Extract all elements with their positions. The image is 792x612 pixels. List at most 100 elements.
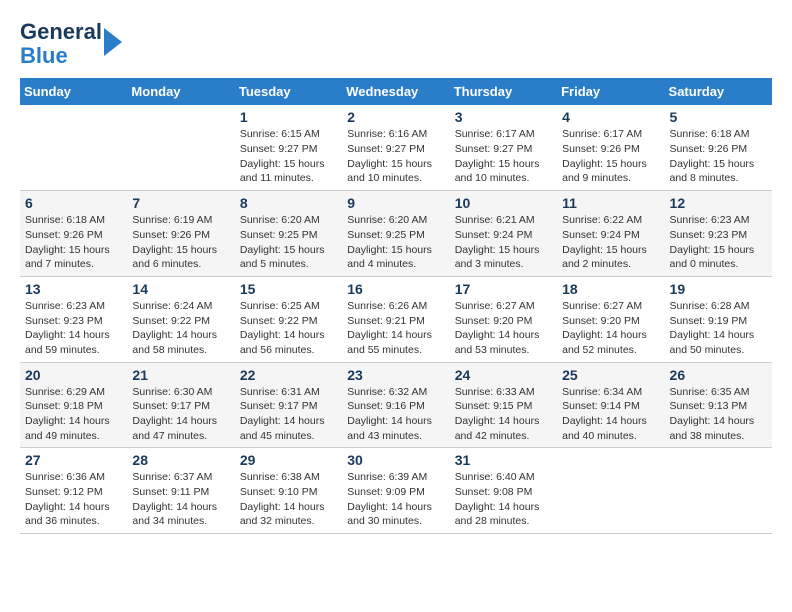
- weekday-header-sunday: Sunday: [20, 78, 127, 105]
- day-number: 15: [240, 281, 337, 297]
- day-info: Sunrise: 6:22 AM Sunset: 9:24 PM Dayligh…: [562, 213, 659, 272]
- weekday-header-tuesday: Tuesday: [235, 78, 342, 105]
- day-info: Sunrise: 6:38 AM Sunset: 9:10 PM Dayligh…: [240, 470, 337, 529]
- calendar-cell: 25Sunrise: 6:34 AM Sunset: 9:14 PM Dayli…: [557, 362, 664, 448]
- calendar-cell: 22 Sunrise: 6:31 AM Sunset: 9:17 PM Dayli…: [235, 362, 342, 448]
- calendar-cell: 26 Sunrise: 6:35 AM Sunset: 9:13 PM Dayli…: [665, 362, 772, 448]
- calendar-week-1: 1 Sunrise: 6:15 AM Sunset: 9:27 PM Daylig…: [20, 105, 772, 190]
- day-info: Sunrise: 6:31 AM Sunset: 9:17 PM Dayligh…: [240, 385, 337, 444]
- calendar-cell: 10 Sunrise: 6:21 AM Sunset: 9:24 PM Dayli…: [450, 191, 557, 277]
- day-info: Sunrise: 6:27 AM Sunset: 9:20 PM Dayligh…: [455, 299, 552, 358]
- day-number: 30: [347, 452, 444, 468]
- day-number: 22: [240, 367, 337, 383]
- day-number: 13: [25, 281, 122, 297]
- day-info: Sunrise: 6:24 AM Sunset: 9:22 PM Dayligh…: [132, 299, 229, 358]
- day-number: 17: [455, 281, 552, 297]
- day-number: 20: [25, 367, 122, 383]
- day-number: 23: [347, 367, 444, 383]
- day-number: 6: [25, 195, 122, 211]
- calendar-week-3: 13 Sunrise: 6:23 AM Sunset: 9:23 PM Dayli…: [20, 276, 772, 362]
- calendar-cell: [127, 105, 234, 190]
- day-info: Sunrise: 6:29 AM Sunset: 9:18 PM Dayligh…: [25, 385, 122, 444]
- day-number: 7: [132, 195, 229, 211]
- day-info: Sunrise: 6:23 AM Sunset: 9:23 PM Dayligh…: [670, 213, 767, 272]
- calendar-cell: 15 Sunrise: 6:25 AM Sunset: 9:22 PM Dayli…: [235, 276, 342, 362]
- logo-text: GeneralBlue: [20, 20, 102, 68]
- weekday-header-row: SundayMondayTuesdayWednesdayThursdayFrid…: [20, 78, 772, 105]
- day-info: Sunrise: 6:18 AM Sunset: 9:26 PM Dayligh…: [25, 213, 122, 272]
- day-info: Sunrise: 6:15 AM Sunset: 9:27 PM Dayligh…: [240, 127, 337, 186]
- calendar-cell: 23Sunrise: 6:32 AM Sunset: 9:16 PM Dayli…: [342, 362, 449, 448]
- calendar-cell: 30 Sunrise: 6:39 AM Sunset: 9:09 PM Dayli…: [342, 448, 449, 534]
- calendar-cell: 7 Sunrise: 6:19 AM Sunset: 9:26 PM Daylig…: [127, 191, 234, 277]
- day-number: 18: [562, 281, 659, 297]
- day-number: 28: [132, 452, 229, 468]
- calendar-cell: 27Sunrise: 6:36 AM Sunset: 9:12 PM Dayli…: [20, 448, 127, 534]
- day-info: Sunrise: 6:19 AM Sunset: 9:26 PM Dayligh…: [132, 213, 229, 272]
- calendar-cell: 18 Sunrise: 6:27 AM Sunset: 9:20 PM Dayli…: [557, 276, 664, 362]
- calendar-cell: 12 Sunrise: 6:23 AM Sunset: 9:23 PM Dayli…: [665, 191, 772, 277]
- day-info: Sunrise: 6:36 AM Sunset: 9:12 PM Dayligh…: [25, 470, 122, 529]
- day-number: 8: [240, 195, 337, 211]
- day-number: 14: [132, 281, 229, 297]
- calendar-cell: 9 Sunrise: 6:20 AM Sunset: 9:25 PM Daylig…: [342, 191, 449, 277]
- day-info: Sunrise: 6:17 AM Sunset: 9:26 PM Dayligh…: [562, 127, 659, 186]
- day-info: Sunrise: 6:28 AM Sunset: 9:19 PM Dayligh…: [670, 299, 767, 358]
- calendar-cell: 1 Sunrise: 6:15 AM Sunset: 9:27 PM Daylig…: [235, 105, 342, 190]
- calendar-cell: [557, 448, 664, 534]
- day-info: Sunrise: 6:37 AM Sunset: 9:11 PM Dayligh…: [132, 470, 229, 529]
- day-number: 10: [455, 195, 552, 211]
- weekday-header-monday: Monday: [127, 78, 234, 105]
- calendar-cell: 3Sunrise: 6:17 AM Sunset: 9:27 PM Daylig…: [450, 105, 557, 190]
- day-number: 2: [347, 109, 444, 125]
- day-info: Sunrise: 6:16 AM Sunset: 9:27 PM Dayligh…: [347, 127, 444, 186]
- calendar-cell: 16Sunrise: 6:26 AM Sunset: 9:21 PM Dayli…: [342, 276, 449, 362]
- calendar-cell: 13 Sunrise: 6:23 AM Sunset: 9:23 PM Dayli…: [20, 276, 127, 362]
- day-info: Sunrise: 6:35 AM Sunset: 9:13 PM Dayligh…: [670, 385, 767, 444]
- day-info: Sunrise: 6:21 AM Sunset: 9:24 PM Dayligh…: [455, 213, 552, 272]
- day-info: Sunrise: 6:20 AM Sunset: 9:25 PM Dayligh…: [347, 213, 444, 272]
- day-number: 26: [670, 367, 767, 383]
- calendar-week-4: 20 Sunrise: 6:29 AM Sunset: 9:18 PM Dayli…: [20, 362, 772, 448]
- day-number: 9: [347, 195, 444, 211]
- day-info: Sunrise: 6:39 AM Sunset: 9:09 PM Dayligh…: [347, 470, 444, 529]
- day-number: 12: [670, 195, 767, 211]
- calendar-cell: 20 Sunrise: 6:29 AM Sunset: 9:18 PM Dayli…: [20, 362, 127, 448]
- day-number: 1: [240, 109, 337, 125]
- calendar-week-2: 6 Sunrise: 6:18 AM Sunset: 9:26 PM Daylig…: [20, 191, 772, 277]
- day-number: 11: [562, 195, 659, 211]
- weekday-header-wednesday: Wednesday: [342, 78, 449, 105]
- day-info: Sunrise: 6:27 AM Sunset: 9:20 PM Dayligh…: [562, 299, 659, 358]
- day-info: Sunrise: 6:23 AM Sunset: 9:23 PM Dayligh…: [25, 299, 122, 358]
- day-info: Sunrise: 6:26 AM Sunset: 9:21 PM Dayligh…: [347, 299, 444, 358]
- calendar-cell: 6 Sunrise: 6:18 AM Sunset: 9:26 PM Daylig…: [20, 191, 127, 277]
- calendar-cell: 17 Sunrise: 6:27 AM Sunset: 9:20 PM Dayli…: [450, 276, 557, 362]
- day-number: 21: [132, 367, 229, 383]
- calendar-cell: 2 Sunrise: 6:16 AM Sunset: 9:27 PM Daylig…: [342, 105, 449, 190]
- day-number: 19: [670, 281, 767, 297]
- page-header: GeneralBlue: [20, 20, 772, 68]
- calendar-cell: 31Sunrise: 6:40 AM Sunset: 9:08 PM Dayli…: [450, 448, 557, 534]
- day-info: Sunrise: 6:33 AM Sunset: 9:15 PM Dayligh…: [455, 385, 552, 444]
- day-info: Sunrise: 6:34 AM Sunset: 9:14 PM Dayligh…: [562, 385, 659, 444]
- day-number: 29: [240, 452, 337, 468]
- calendar-week-5: 27Sunrise: 6:36 AM Sunset: 9:12 PM Dayli…: [20, 448, 772, 534]
- weekday-header-saturday: Saturday: [665, 78, 772, 105]
- calendar-cell: [20, 105, 127, 190]
- day-info: Sunrise: 6:40 AM Sunset: 9:08 PM Dayligh…: [455, 470, 552, 529]
- weekday-header-friday: Friday: [557, 78, 664, 105]
- day-number: 3: [455, 109, 552, 125]
- calendar-cell: 21 Sunrise: 6:30 AM Sunset: 9:17 PM Dayli…: [127, 362, 234, 448]
- calendar-cell: 8 Sunrise: 6:20 AM Sunset: 9:25 PM Daylig…: [235, 191, 342, 277]
- calendar-cell: 24Sunrise: 6:33 AM Sunset: 9:15 PM Dayli…: [450, 362, 557, 448]
- day-info: Sunrise: 6:25 AM Sunset: 9:22 PM Dayligh…: [240, 299, 337, 358]
- day-info: Sunrise: 6:30 AM Sunset: 9:17 PM Dayligh…: [132, 385, 229, 444]
- calendar-cell: [665, 448, 772, 534]
- calendar-cell: 4 Sunrise: 6:17 AM Sunset: 9:26 PM Daylig…: [557, 105, 664, 190]
- logo-arrow-icon: [104, 28, 122, 56]
- day-number: 4: [562, 109, 659, 125]
- calendar-cell: 29 Sunrise: 6:38 AM Sunset: 9:10 PM Dayli…: [235, 448, 342, 534]
- calendar-table: SundayMondayTuesdayWednesdayThursdayFrid…: [20, 78, 772, 534]
- weekday-header-thursday: Thursday: [450, 78, 557, 105]
- day-info: Sunrise: 6:20 AM Sunset: 9:25 PM Dayligh…: [240, 213, 337, 272]
